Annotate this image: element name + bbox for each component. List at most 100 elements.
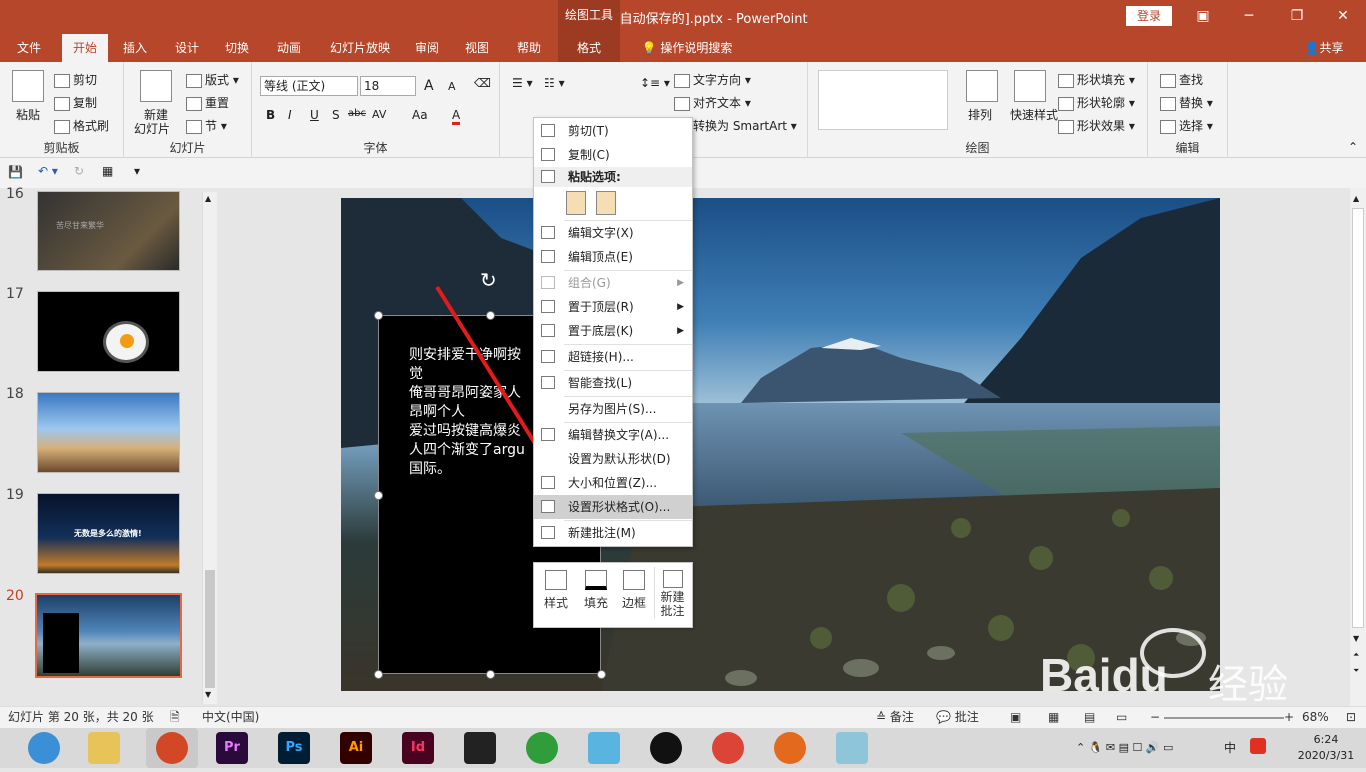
- menu-item-new-comment[interactable]: 新建批注(M): [534, 521, 692, 545]
- watermark-cn: 经验: [1208, 663, 1288, 707]
- app-icon[interactable]: [588, 732, 620, 764]
- indesign-icon[interactable]: Id: [402, 732, 434, 764]
- menu-label: 编辑文字(X): [568, 226, 634, 240]
- zoom-level[interactable]: 68%: [1302, 707, 1329, 728]
- style-label: 样式: [543, 596, 568, 610]
- illustrator-icon[interactable]: Ai: [340, 732, 372, 764]
- slide-scrollbar[interactable]: ▲ ▼ ⏶ ⏷: [1350, 188, 1366, 706]
- scroll-down-icon[interactable]: ▼: [1353, 634, 1359, 643]
- bring-front-icon: [541, 300, 555, 313]
- new-comment-label-2: 批注: [660, 604, 685, 618]
- menu-item-edit-text[interactable]: 编辑文字(X): [534, 221, 692, 245]
- menu-item-edit-points[interactable]: 编辑顶点(E): [534, 245, 692, 269]
- submenu-arrow-icon: ▶: [677, 326, 684, 336]
- menu-item-group[interactable]: 组合(G) ▶: [534, 271, 692, 295]
- menu-label: 设置为默认形状(D): [568, 452, 671, 466]
- edit-points-icon: [541, 250, 555, 263]
- submenu-arrow-icon: ▶: [677, 278, 684, 288]
- menu-label: 超链接(H)...: [568, 350, 634, 364]
- send-back-icon: [541, 324, 555, 337]
- browser-360-icon[interactable]: [28, 732, 60, 764]
- status-bar: 幻灯片 第 20 张，共 20 张 🗎 中文(中国) ≙ 备注 💬 批注 ▣ ▦…: [0, 706, 1366, 728]
- comments-label: 批注: [954, 710, 979, 724]
- slideshow-view-icon[interactable]: ▭: [1116, 707, 1127, 728]
- menu-label: 剪切(T): [568, 124, 609, 138]
- context-menu: 剪切(T) 复制(C) 粘贴选项: 编辑文字(X) 编辑顶点(E) 组合(G) ▶…: [533, 117, 693, 547]
- language-indicator[interactable]: 中文(中国): [202, 707, 259, 728]
- paste-picture-icon[interactable]: [596, 191, 616, 215]
- mini-toolbar: 样式 填充 边框 新建 批注: [533, 562, 693, 628]
- new-comment-label-1: 新建: [660, 590, 685, 604]
- powerpoint-icon: [156, 732, 188, 764]
- menu-item-format-shape[interactable]: 设置形状格式(O)...: [534, 495, 692, 519]
- notes-label: 备注: [889, 710, 914, 724]
- menu-label: 置于底层(K): [568, 324, 634, 338]
- menu-label: 智能查找(L): [568, 376, 633, 390]
- previous-slide-icon[interactable]: ⏶: [1353, 650, 1359, 660]
- pen-icon: [623, 570, 645, 590]
- paste-keep-source-icon[interactable]: [566, 191, 586, 215]
- outline-button[interactable]: 边框: [616, 567, 652, 611]
- clock-date: 2020/3/31: [1297, 749, 1355, 762]
- app-icon[interactable]: [526, 732, 558, 764]
- menu-item-set-default-shape[interactable]: 设置为默认形状(D): [534, 447, 692, 471]
- menu-item-save-as-picture[interactable]: 另存为图片(S)...: [534, 397, 692, 421]
- qq-icon[interactable]: [650, 732, 682, 764]
- menu-item-copy[interactable]: 复制(C): [534, 143, 692, 167]
- menu-item-bring-to-front[interactable]: 置于顶层(R) ▶: [534, 295, 692, 319]
- fit-slide-icon[interactable]: ⊡: [1346, 707, 1356, 728]
- menu-item-size-position[interactable]: 大小和位置(Z)...: [534, 471, 692, 495]
- hyperlink-icon: [541, 350, 555, 363]
- comments-button[interactable]: 💬 批注: [936, 707, 979, 728]
- powerpoint-taskbar-button[interactable]: [146, 728, 198, 768]
- menu-label: 粘贴选项:: [568, 170, 621, 184]
- menu-item-edit-alt-text[interactable]: 编辑替换文字(A)...: [534, 423, 692, 447]
- fill-button[interactable]: 填充: [578, 567, 614, 611]
- style-button[interactable]: 样式: [538, 567, 574, 611]
- outline-label: 边框: [621, 596, 646, 610]
- photoshop-icon[interactable]: Ps: [278, 732, 310, 764]
- taskbar: Pr Ps Ai Id ⌃ 🐧 ✉ ▤ ☐ 🔊 ▭ 中 6:24 2020/3/…: [0, 728, 1366, 768]
- app-icon[interactable]: [774, 732, 806, 764]
- ime-indicator[interactable]: 中: [1224, 728, 1236, 768]
- smart-lookup-icon: [541, 376, 555, 389]
- video-editor-icon[interactable]: [464, 732, 496, 764]
- system-tray-icons[interactable]: ⌃ 🐧 ✉ ▤ ☐ 🔊 ▭: [1076, 728, 1173, 768]
- scroll-up-icon[interactable]: ▲: [1353, 194, 1359, 203]
- zoom-out-icon[interactable]: −: [1150, 707, 1160, 728]
- paste-icon: [541, 170, 555, 183]
- chrome-icon[interactable]: [712, 732, 744, 764]
- menu-header-paste-options: 粘贴选项:: [534, 167, 692, 187]
- scroll-thumb[interactable]: [1352, 208, 1364, 628]
- menu-item-cut[interactable]: 剪切(T): [534, 119, 692, 143]
- sogou-icon[interactable]: [1250, 738, 1266, 754]
- menu-label: 设置形状格式(O)...: [568, 500, 671, 514]
- next-slide-icon[interactable]: ⏷: [1353, 666, 1359, 676]
- clock[interactable]: 6:24 2020/3/31: [1296, 732, 1356, 772]
- reading-view-icon[interactable]: ▤: [1084, 707, 1095, 728]
- menu-item-hyperlink[interactable]: 超链接(H)...: [534, 345, 692, 369]
- premiere-icon[interactable]: Pr: [216, 732, 248, 764]
- fill-bucket-icon: [585, 570, 607, 590]
- zoom-in-icon[interactable]: +: [1284, 707, 1294, 728]
- app-icon[interactable]: [836, 732, 868, 764]
- watermark-brand: Baidu: [1040, 649, 1168, 701]
- notes-button[interactable]: ≙ 备注: [876, 707, 914, 728]
- file-explorer-icon[interactable]: [88, 732, 120, 764]
- normal-view-icon[interactable]: ▣: [1010, 707, 1021, 728]
- menu-item-smart-lookup[interactable]: 智能查找(L): [534, 371, 692, 395]
- menu-label: 置于顶层(R): [568, 300, 634, 314]
- new-comment-button[interactable]: 新建 批注: [654, 567, 690, 618]
- alt-text-icon: [541, 428, 555, 441]
- shape-style-icon: [545, 570, 567, 590]
- zoom-slider[interactable]: [1164, 717, 1284, 719]
- menu-item-send-to-back[interactable]: 置于底层(K) ▶: [534, 319, 692, 343]
- group-icon: [541, 276, 555, 289]
- menu-label: 编辑顶点(E): [568, 250, 633, 264]
- menu-label: 编辑替换文字(A)...: [568, 428, 670, 442]
- slide-counter: 幻灯片 第 20 张，共 20 张: [8, 710, 154, 724]
- menu-label: 组合(G): [568, 276, 611, 290]
- size-position-icon: [541, 476, 555, 489]
- slide-sorter-icon[interactable]: ▦: [1048, 707, 1059, 728]
- spellcheck-icon[interactable]: 🗎: [170, 707, 180, 728]
